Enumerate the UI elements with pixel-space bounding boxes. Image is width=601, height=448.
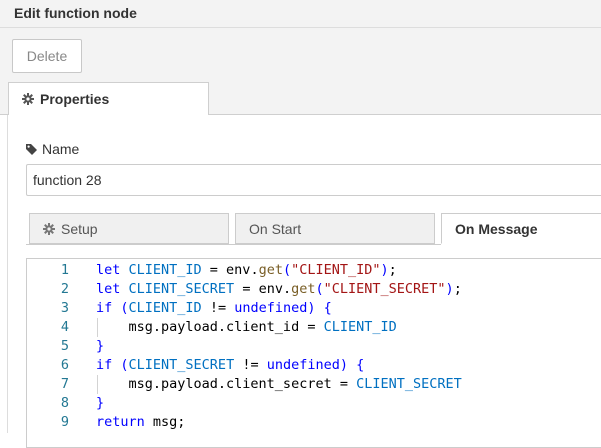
code-token: (	[120, 300, 129, 316]
dialog-title: Edit function node	[14, 5, 137, 21]
code-text: msg.payload.client_secret = CLIENT_SECRE…	[96, 375, 462, 394]
tag-icon	[26, 143, 37, 155]
code-token: ;	[453, 281, 462, 297]
dialog-toolbar: Delete	[0, 28, 601, 82]
tab-on-message-label: On Message	[455, 220, 538, 237]
code-line: 7 msg.payload.client_secret = CLIENT_SEC…	[27, 375, 601, 394]
code-text: return msg;	[96, 413, 185, 432]
code-line: 3 if (CLIENT_ID != undefined) {	[27, 299, 601, 318]
tab-underline	[26, 244, 441, 245]
code-token: CLIENT_ID	[323, 319, 397, 335]
line-number: 5	[60, 338, 69, 354]
code-text: let CLIENT_SECRET = env.get("CLIENT_SECR…	[96, 280, 462, 299]
code-line: 5}	[27, 337, 601, 356]
code-line: 6 if (CLIENT_SECRET != undefined) {	[27, 356, 601, 375]
code-text: msg.payload.client_id = CLIENT_ID	[96, 318, 397, 337]
dialog-header: Edit function node	[0, 0, 601, 28]
code-line: 2 let CLIENT_SECRET = env.get("CLIENT_SEC…	[27, 280, 601, 299]
name-label: Name	[26, 141, 79, 157]
gear-icon	[22, 93, 34, 105]
tab-on-start-label: On Start	[249, 220, 302, 237]
code-token: !=	[201, 300, 235, 316]
tab-on-message[interactable]: On Message	[441, 213, 601, 244]
code-text: if (CLIENT_ID != undefined) {	[96, 299, 332, 318]
code-token: }	[96, 338, 105, 354]
code-text: let CLIENT_ID = env.get("CLIENT_ID");	[96, 261, 397, 280]
code-token: )	[380, 262, 389, 278]
code-token: msg.payload.client_secret =	[96, 376, 357, 392]
line-number: 9	[60, 414, 69, 430]
code-token: ) {	[339, 357, 365, 373]
code-line: 4 msg.payload.client_id = CLIENT_ID	[27, 318, 601, 337]
code-token: (	[282, 262, 292, 278]
code-token: !=	[234, 357, 267, 373]
code-text: }	[96, 394, 104, 413]
code-token: undefined	[234, 300, 308, 316]
code-token: undefined	[266, 357, 340, 373]
tab-properties-label: Properties	[40, 91, 110, 107]
code-token: (	[120, 357, 129, 373]
line-number: 4	[60, 319, 69, 335]
code-token: CLIENT_SECRET	[128, 281, 235, 297]
code-token: )	[445, 281, 454, 297]
code-token: if	[96, 300, 121, 316]
code-token: CLIENT_SECRET	[128, 357, 235, 373]
code-text: }	[96, 337, 104, 356]
tab-setup[interactable]: Setup	[29, 213, 229, 244]
code-token: CLIENT_ID	[128, 262, 202, 278]
code-token: }	[96, 395, 105, 411]
code-token: msg.payload.client_id =	[96, 319, 324, 335]
tab-strip: Properties	[0, 82, 601, 115]
code-line: 9 return msg;	[27, 413, 601, 432]
code-token: get	[258, 262, 283, 278]
code-token: CLIENT_ID	[128, 300, 202, 316]
code-token: = env.	[234, 281, 292, 297]
code-token: return	[96, 414, 153, 430]
line-number: 2	[60, 281, 69, 297]
code-token: = env.	[201, 262, 259, 278]
line-number: 7	[60, 376, 69, 392]
code-token: ) {	[307, 300, 332, 316]
line-number: 1	[60, 262, 69, 278]
line-number: 8	[60, 395, 69, 411]
panel-border	[7, 115, 8, 433]
name-label-text: Name	[42, 141, 80, 157]
tab-setup-label: Setup	[61, 220, 98, 237]
code-token: (	[315, 281, 324, 297]
code-line: 1 let CLIENT_ID = env.get("CLIENT_ID");	[27, 261, 601, 280]
code-token: "CLIENT_ID"	[291, 262, 381, 278]
code-token: let	[96, 281, 129, 297]
line-number: 3	[60, 300, 69, 316]
code-editor[interactable]: 1 let CLIENT_ID = env.get("CLIENT_ID"); 2 l…	[26, 258, 601, 448]
code-token: get	[291, 281, 316, 297]
code-line: 8}	[27, 394, 601, 413]
code-token: CLIENT_SECRET	[356, 376, 462, 392]
line-number: 6	[60, 357, 69, 373]
code-token: ;	[388, 262, 397, 278]
code-token: if	[96, 357, 121, 373]
gear-icon	[43, 222, 55, 235]
name-field[interactable]	[26, 164, 601, 196]
code-text: if (CLIENT_SECRET != undefined) {	[96, 356, 364, 375]
delete-button[interactable]: Delete	[12, 39, 82, 73]
code-token: msg;	[152, 414, 186, 430]
code-token: let	[96, 262, 129, 278]
tab-on-start[interactable]: On Start	[235, 213, 435, 244]
tab-properties[interactable]: Properties	[8, 82, 209, 115]
code-token: "CLIENT_SECRET"	[323, 281, 446, 297]
